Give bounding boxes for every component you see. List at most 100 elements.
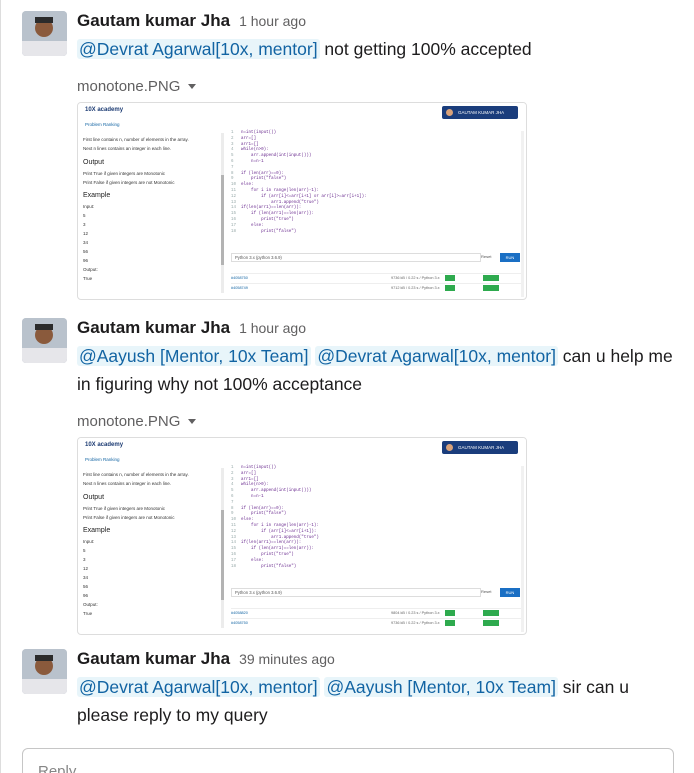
- timestamp[interactable]: 39 minutes ago: [239, 651, 335, 667]
- shot-text: Input:: [83, 539, 95, 544]
- avatar[interactable]: [22, 649, 67, 694]
- shot-text: Print False if given integers are not Mo…: [83, 515, 175, 520]
- reply-composer[interactable]: Reply...: [22, 748, 674, 773]
- shot-tabs: Problem Ranking: [85, 457, 120, 462]
- shot-line-number: 9: [231, 177, 234, 182]
- shot-text: First line contains n, number of element…: [83, 137, 189, 142]
- shot-code-line: if (len(arr)==0):: [241, 171, 284, 176]
- shot-logo: 10X academy: [85, 107, 124, 113]
- shot-line-number: 5: [231, 489, 234, 494]
- shot-heading: Example: [83, 192, 111, 199]
- shot-text: 34: [83, 575, 89, 580]
- shot-code-line: print("false"): [241, 229, 297, 234]
- shot-language-badge: [445, 285, 455, 291]
- left-divider: [0, 0, 1, 773]
- mention[interactable]: @Devrat Agarwal[10x, mentor]: [77, 677, 320, 697]
- shot-text: Output:: [83, 267, 98, 272]
- image-attachment[interactable]: 10X academy GAUTAM KUMAR JHA Problem Ranki…: [77, 437, 527, 635]
- shot-submission-row: #4058820 9804 kB / 0.23 s / Python 3.x: [231, 608, 521, 616]
- shot-text: 5: [83, 548, 86, 553]
- shot-code-line: if (len(arr1)==len(arr)):: [241, 547, 314, 552]
- shot-text: 5: [83, 213, 86, 218]
- shot-heading: Output: [83, 159, 105, 166]
- shot-code-line: n=n-1: [241, 495, 264, 499]
- shot-code-line: n=int(input()): [241, 131, 277, 135]
- author-name[interactable]: Gautam kumar Jha: [77, 649, 230, 669]
- shot-code-line: n=int(input()): [241, 466, 277, 470]
- shot-text: 34: [83, 240, 89, 245]
- shot-line-number: 10: [231, 183, 237, 188]
- shot-line-number: 12: [231, 529, 237, 534]
- composer-placeholder: Reply...: [38, 763, 88, 773]
- shot-logo: 10X academy: [85, 442, 124, 448]
- shot-line-number: 16: [231, 553, 237, 557]
- shot-line-number: 17: [231, 558, 237, 563]
- shot-line-number: 4: [231, 148, 234, 153]
- shot-scroll-thumb: [221, 510, 224, 600]
- shot-code-line: else:: [241, 558, 264, 563]
- shot-line-number: 15: [231, 212, 237, 217]
- shot-heading: Output: [83, 494, 105, 501]
- shot-code-line: arr=[]: [241, 471, 257, 476]
- author-name[interactable]: Gautam kumar Jha: [77, 11, 230, 31]
- shot-line-number: 9: [231, 512, 234, 517]
- shot-code-line: arr=[]: [241, 136, 257, 141]
- shot-submission-meta: 9712 kB / 0.23 s / Python 3.x: [391, 286, 440, 290]
- shot-line-number: 3: [231, 477, 234, 482]
- chevron-down-icon[interactable]: [188, 83, 197, 89]
- timestamp[interactable]: 1 hour ago: [239, 320, 306, 336]
- shot-language-badge: [445, 610, 455, 616]
- chevron-down-icon[interactable]: [188, 418, 197, 424]
- shot-line-number: 11: [231, 189, 237, 193]
- shot-code-line: if (arr[i]<=arr[i+1]):: [241, 529, 317, 534]
- shot-line-number: 8: [231, 171, 234, 176]
- shot-submission-row: #4058750 9736 kB / 0.22 s / Python 3.x: [231, 273, 521, 281]
- shot-text: 56: [83, 584, 89, 589]
- shot-reset: Reset: [481, 254, 492, 259]
- shot-line-number: 14: [231, 206, 237, 211]
- shot-code-line: print("false"): [241, 564, 297, 569]
- message-text: @Aayush [Mentor, 10x Team] @Devrat Agarw…: [77, 346, 673, 394]
- avatar[interactable]: [22, 318, 67, 363]
- shot-submission-meta: 9736 kB / 0.22 s / Python 3.x: [391, 621, 440, 625]
- shot-text: Print False if given integers are not Mo…: [83, 180, 175, 185]
- shot-code-line: else:: [241, 223, 264, 228]
- shot-text: Next n lines contains an integer in each…: [83, 146, 172, 151]
- shot-code-line: n=n-1: [241, 160, 264, 164]
- shot-line-number: 13: [231, 200, 237, 205]
- shot-text: True: [83, 611, 93, 616]
- mention[interactable]: @Aayush [Mentor, 10x Team]: [77, 346, 311, 366]
- shot-text: 96: [83, 593, 89, 598]
- shot-code-line: print("false"): [241, 512, 287, 517]
- shot-code-line: if (len(arr)==0):: [241, 506, 284, 511]
- shot-line-number: 18: [231, 229, 237, 234]
- image-attachment[interactable]: 10X academy GAUTAM KUMAR JHA Problem Ranki…: [77, 102, 527, 300]
- shot-line-number: 4: [231, 483, 234, 488]
- shot-reset: Reset: [481, 589, 492, 594]
- avatar[interactable]: [22, 11, 67, 56]
- shot-code-line: arr.append(int(input())): [241, 154, 312, 159]
- shot-submission-meta: 9736 kB / 0.22 s / Python 3.x: [391, 276, 440, 280]
- timestamp[interactable]: 1 hour ago: [239, 13, 306, 29]
- shot-code-line: while(n>0):: [241, 483, 269, 488]
- shot-line-number: 2: [231, 471, 234, 476]
- shot-text: 96: [83, 258, 89, 263]
- shot-text: True: [83, 276, 93, 281]
- shot-line-number: 8: [231, 506, 234, 511]
- shot-line-number: 11: [231, 524, 237, 528]
- shot-text: 3: [83, 222, 86, 227]
- mention[interactable]: @Aayush [Mentor, 10x Team]: [324, 677, 558, 697]
- shot-line-number: 1: [231, 131, 234, 135]
- mention[interactable]: @Devrat Agarwal[10x, mentor]: [77, 39, 320, 59]
- shot-submission-meta: 9804 kB / 0.23 s / Python 3.x: [391, 611, 440, 615]
- shot-code-line: if (arr[i]<=arr[i+1] or arr[i]>=arr[i+1]…: [241, 194, 367, 199]
- shot-line-number: 18: [231, 564, 237, 569]
- mention[interactable]: @Devrat Agarwal[10x, mentor]: [315, 346, 558, 366]
- shot-code-line: else:: [241, 183, 254, 188]
- file-name[interactable]: monotone.PNG: [77, 78, 180, 95]
- author-name[interactable]: Gautam kumar Jha: [77, 318, 230, 338]
- shot-user-badge: GAUTAM KUMAR JHA: [442, 441, 518, 454]
- shot-code-line: print("true"): [241, 553, 294, 557]
- shot-line-number: 12: [231, 194, 237, 199]
- file-name[interactable]: monotone.PNG: [77, 413, 180, 430]
